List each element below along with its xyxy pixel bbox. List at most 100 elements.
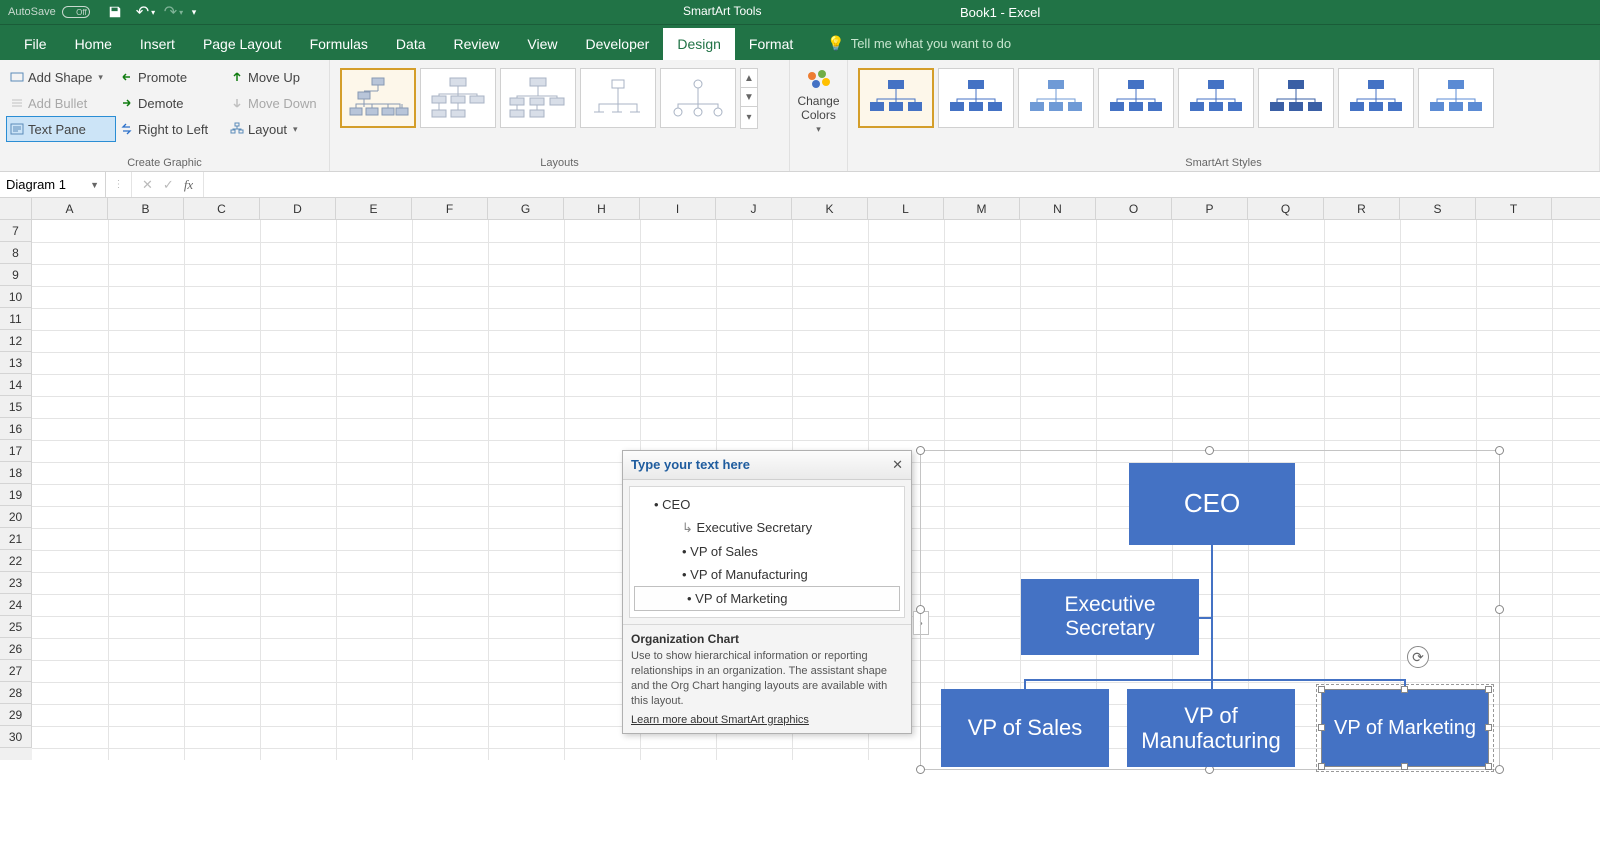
- text-pane-item[interactable]: Executive Secretary: [630, 516, 904, 540]
- gallery-up-icon[interactable]: ▲: [741, 69, 757, 88]
- shape-handle[interactable]: [1318, 724, 1325, 731]
- style-thumb-4[interactable]: [1098, 68, 1174, 128]
- resize-handle[interactable]: [916, 446, 925, 455]
- row-header[interactable]: 25: [0, 616, 32, 638]
- ribbon-tab-design[interactable]: Design: [663, 28, 735, 60]
- org-node-vp-manufacturing[interactable]: VP of Manufacturing: [1127, 689, 1295, 767]
- column-header[interactable]: Q: [1248, 198, 1324, 219]
- row-header[interactable]: 23: [0, 572, 32, 594]
- ribbon-tab-insert[interactable]: Insert: [126, 28, 189, 60]
- learn-more-link[interactable]: Learn more about SmartArt graphics: [631, 713, 809, 728]
- row-header[interactable]: 14: [0, 374, 32, 396]
- resize-handle[interactable]: [916, 605, 925, 614]
- column-header[interactable]: I: [640, 198, 716, 219]
- layout-thumb-5[interactable]: [660, 68, 736, 128]
- row-header[interactable]: 29: [0, 704, 32, 726]
- save-icon[interactable]: [108, 5, 122, 19]
- resize-handle[interactable]: [1495, 605, 1504, 614]
- resize-handle[interactable]: [1495, 765, 1504, 774]
- column-header[interactable]: S: [1400, 198, 1476, 219]
- move-up-button[interactable]: Move Up: [226, 64, 336, 90]
- row-header[interactable]: 8: [0, 242, 32, 264]
- demote-button[interactable]: Demote: [116, 90, 226, 116]
- row-header[interactable]: 24: [0, 594, 32, 616]
- close-icon[interactable]: ✕: [892, 457, 903, 473]
- ribbon-tab-formulas[interactable]: Formulas: [296, 28, 382, 60]
- column-header[interactable]: A: [32, 198, 108, 219]
- org-node-secretary[interactable]: Executive Secretary: [1021, 579, 1199, 655]
- ribbon-tab-view[interactable]: View: [513, 28, 571, 60]
- add-shape-button[interactable]: Add Shape▾: [6, 64, 116, 90]
- layouts-gallery-nav[interactable]: ▲ ▼ ▾: [740, 68, 758, 129]
- shape-handle[interactable]: [1318, 763, 1325, 770]
- column-header[interactable]: R: [1324, 198, 1400, 219]
- row-header[interactable]: 22: [0, 550, 32, 572]
- column-header[interactable]: L: [868, 198, 944, 219]
- style-thumb-1[interactable]: [858, 68, 934, 128]
- row-header[interactable]: 28: [0, 682, 32, 704]
- cancel-icon[interactable]: ✕: [142, 177, 153, 193]
- text-pane-list[interactable]: CEOExecutive SecretaryVP of SalesVP of M…: [629, 486, 905, 618]
- row-header[interactable]: 26: [0, 638, 32, 660]
- column-header[interactable]: B: [108, 198, 184, 219]
- row-header[interactable]: 15: [0, 396, 32, 418]
- style-thumb-3[interactable]: [1018, 68, 1094, 128]
- ribbon-tab-developer[interactable]: Developer: [572, 28, 664, 60]
- row-header[interactable]: 16: [0, 418, 32, 440]
- ribbon-tab-home[interactable]: Home: [61, 28, 126, 60]
- chevron-down-icon[interactable]: ▼: [90, 180, 99, 190]
- row-header[interactable]: 10: [0, 286, 32, 308]
- smartart-text-pane[interactable]: Type your text here ✕ CEOExecutive Secre…: [622, 450, 912, 734]
- layout-thumb-1[interactable]: [340, 68, 416, 128]
- style-thumb-7[interactable]: [1338, 68, 1414, 128]
- style-thumb-8[interactable]: [1418, 68, 1494, 128]
- shape-handle[interactable]: [1485, 724, 1492, 731]
- select-all-corner[interactable]: [0, 198, 32, 219]
- ribbon-tab-review[interactable]: Review: [440, 28, 514, 60]
- ribbon-tab-page-layout[interactable]: Page Layout: [189, 28, 296, 60]
- undo-icon[interactable]: ↶▾: [136, 5, 150, 19]
- style-thumb-5[interactable]: [1178, 68, 1254, 128]
- row-header[interactable]: 12: [0, 330, 32, 352]
- row-header[interactable]: 17: [0, 440, 32, 462]
- layout-thumb-2[interactable]: [420, 68, 496, 128]
- autosave-toggle[interactable]: AutoSave Off: [8, 6, 90, 18]
- name-box[interactable]: Diagram 1▼: [0, 172, 106, 197]
- insert-function-icon[interactable]: fx: [184, 177, 193, 193]
- column-header[interactable]: D: [260, 198, 336, 219]
- ribbon-tab-format[interactable]: Format: [735, 28, 807, 60]
- style-thumb-6[interactable]: [1258, 68, 1334, 128]
- enter-icon[interactable]: ✓: [163, 177, 174, 193]
- smartart-canvas[interactable]: ⟳ CEO Executive Secretary VP of Sales VP…: [920, 450, 1500, 770]
- right-to-left-button[interactable]: Right to Left: [116, 116, 226, 142]
- column-header[interactable]: K: [792, 198, 868, 219]
- layout-button[interactable]: Layout▾: [226, 116, 336, 142]
- qat-customize-icon[interactable]: ▾: [192, 5, 206, 19]
- org-node-vp-sales[interactable]: VP of Sales: [941, 689, 1109, 767]
- column-header[interactable]: O: [1096, 198, 1172, 219]
- resize-handle[interactable]: [1205, 446, 1214, 455]
- row-header[interactable]: 7: [0, 220, 32, 242]
- shape-handle[interactable]: [1401, 686, 1408, 693]
- column-header[interactable]: F: [412, 198, 488, 219]
- layout-thumb-3[interactable]: [500, 68, 576, 128]
- column-header[interactable]: C: [184, 198, 260, 219]
- row-header[interactable]: 13: [0, 352, 32, 374]
- tell-me-search[interactable]: 💡 Tell me what you want to do: [827, 35, 1011, 60]
- row-header[interactable]: 11: [0, 308, 32, 330]
- resize-handle[interactable]: [916, 765, 925, 774]
- resize-handle[interactable]: [1495, 446, 1504, 455]
- text-pane-item[interactable]: CEO: [630, 493, 904, 516]
- gallery-more-icon[interactable]: ▾: [741, 107, 757, 128]
- layout-thumb-4[interactable]: [580, 68, 656, 128]
- column-header[interactable]: M: [944, 198, 1020, 219]
- row-header[interactable]: 19: [0, 484, 32, 506]
- shape-handle[interactable]: [1485, 686, 1492, 693]
- text-pane-item[interactable]: VP of Sales: [630, 540, 904, 563]
- shape-handle[interactable]: [1485, 763, 1492, 770]
- change-colors-button[interactable]: Change Colors▾: [796, 64, 841, 135]
- shape-handle[interactable]: [1401, 763, 1408, 770]
- row-header[interactable]: 30: [0, 726, 32, 748]
- column-header[interactable]: G: [488, 198, 564, 219]
- row-header[interactable]: 21: [0, 528, 32, 550]
